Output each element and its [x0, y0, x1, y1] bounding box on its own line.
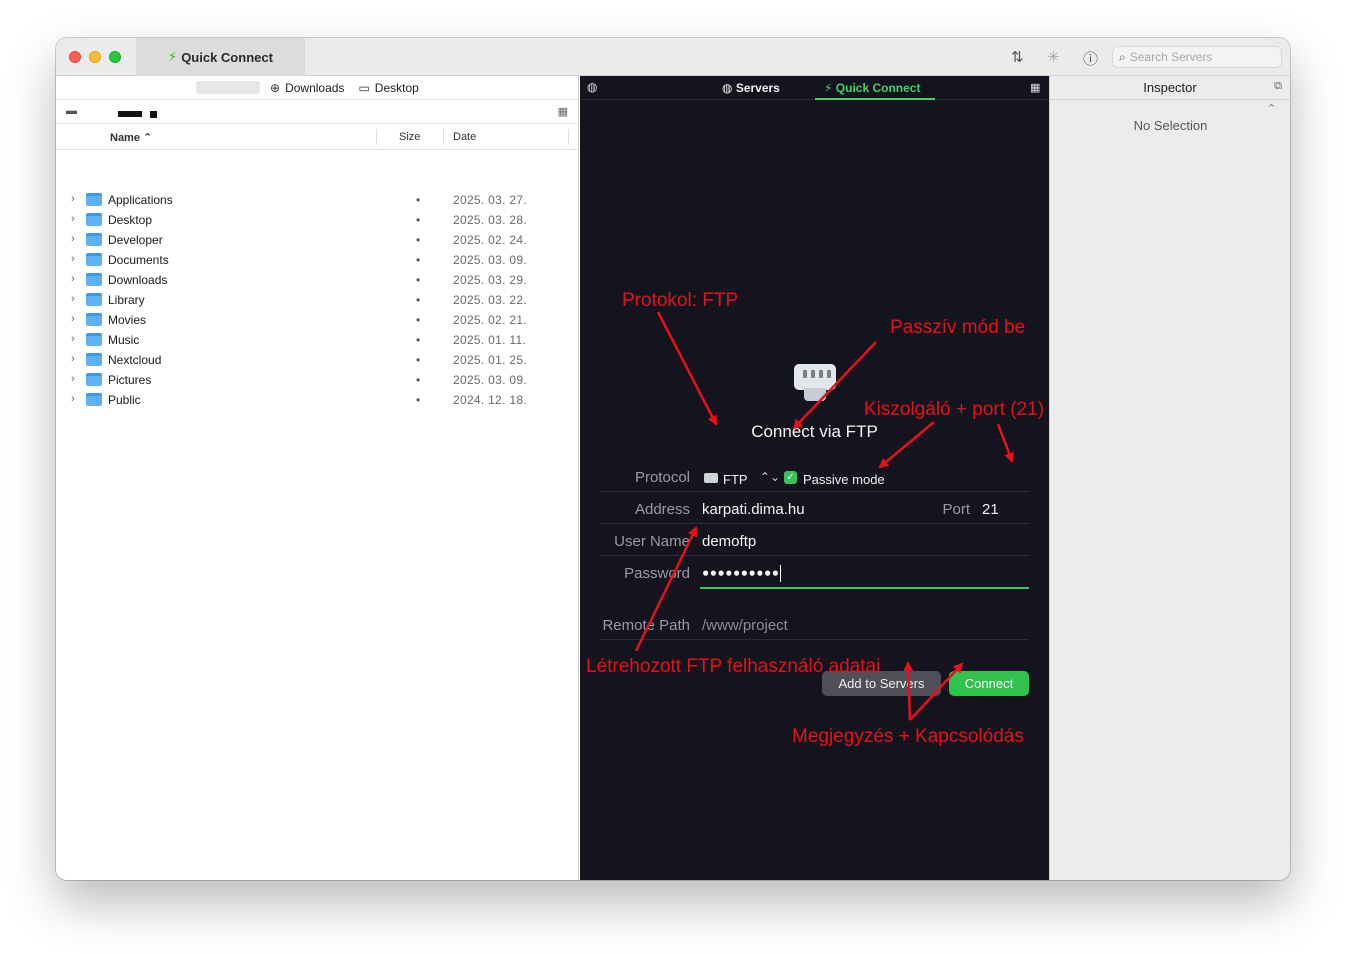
arrow-port	[996, 423, 1014, 463]
annotation-credentials: Létrehozott FTP felhasználó adatai	[586, 656, 881, 677]
annotation-arrows	[634, 311, 1014, 721]
arrow-add-servers	[903, 661, 914, 721]
annotation-passive: Passzív mód be	[890, 317, 1026, 338]
arrow-address	[878, 421, 935, 469]
arrow-connect	[909, 662, 964, 721]
annotation-buttons: Megjegyzés + Kapcsolódás	[792, 726, 1024, 747]
annotation-protocol: Protokol: FTP	[622, 290, 739, 311]
arrow-credentials	[634, 526, 698, 652]
annotation-server-port: Kiszolgáló + port (21)	[864, 399, 1045, 420]
arrow-protocol	[656, 311, 718, 426]
